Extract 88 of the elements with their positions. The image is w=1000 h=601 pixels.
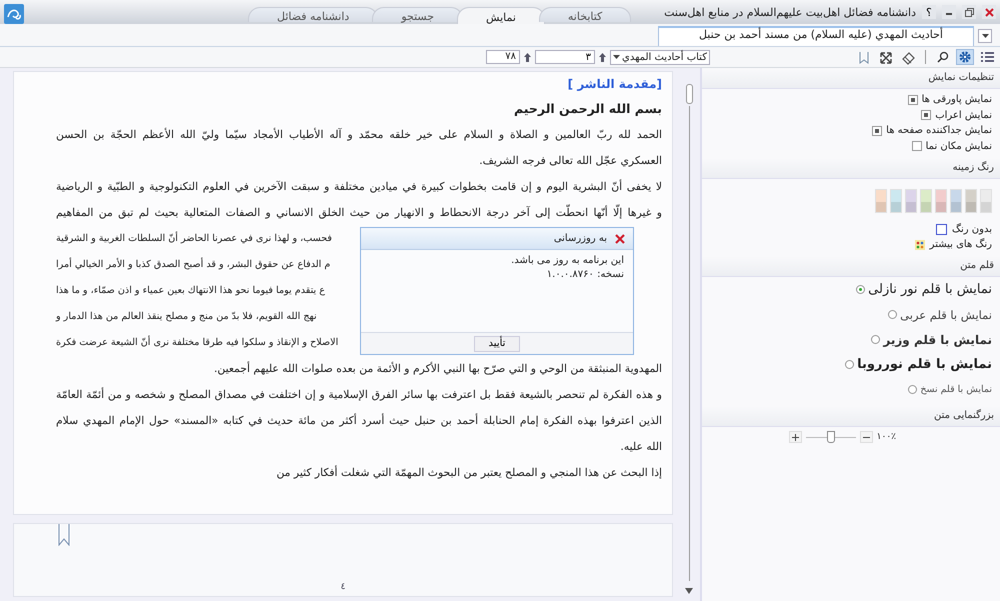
dialog-message: این برنامه به روز می باشد. (510, 254, 624, 268)
radio-label: نمایش با قلم نسخ (920, 384, 992, 395)
text-line: إذا البحث عن هذا المنجي و المصلح يعتبر من البحوث المهمّة التي شغلت أفكار كثير من (275, 464, 662, 481)
text-line: نهج الله القويم، فلا بدّ من منج و مصلح ينقذ العالم من هذا الدمار و (56, 311, 317, 322)
settings-button[interactable] (956, 49, 974, 65)
zoom-reading: ۱۰۰٪ (876, 432, 896, 442)
radio-label: نمایش با قلم وزیر (883, 332, 992, 346)
document-tab[interactable]: أحاديث المهدي (عليه السلام) من مسند أحمد بن حنبل (658, 26, 974, 46)
color-swatch[interactable] (950, 189, 962, 213)
page-number: ٤ (340, 582, 346, 592)
checkbox-label: نمایش اعراب (935, 110, 992, 121)
color-swatch[interactable] (980, 189, 992, 213)
dialog-title: به روزرسانی (554, 233, 607, 244)
scrollbar-thumb[interactable] (686, 84, 693, 104)
color-swatch[interactable] (935, 189, 947, 213)
settings-icon (957, 50, 973, 64)
radio-button[interactable] (871, 335, 880, 344)
text-line: الذين اعترفوا بهذه الفكرة إمام الحنابلة أحمد بن حنبل حيث أسرد أكثر من مائة حديث في كتابه «المسند» حول الإمام المهدي سلام (56, 412, 662, 429)
radio-label: نمایش با قلم نور نازلی (868, 282, 992, 297)
zoom-in-button[interactable] (788, 431, 802, 443)
color-swatch[interactable] (875, 189, 887, 213)
scrollbar-track[interactable] (689, 106, 690, 581)
text-line: و غيرها إلّا أنّها انحطّت إلى آخر درجة الانحطاط و الانهيار من حيث الخلق الانساني و الصفات المتعالية بحيث لم تبق من المفاهيم (56, 203, 662, 221)
checkbox[interactable] (912, 141, 922, 152)
window-title: دانشنامه فضائل اهل‌بیت علیهم‌السلام در منابع اهل‌سنت (664, 6, 916, 18)
main-tab[interactable]: نمایش (457, 7, 545, 24)
text-line: الحمد لله ربّ العالمين و الصلاة و السلام على خير خلقه محمّد و آله الأطياب الأمجاد سيّما وليّ الله الأعظم الحجّة بن الحسن (56, 126, 662, 143)
text-line: م الدفاع عن حقوق البشر، و قد أصبح الصدق كذبا و الأمر الخيالي أمرا (56, 259, 330, 270)
text-line: ع يتقدم يوما فيوما نحو هذا الانتهاك بعين عمياء و اذن صمّاء، و ما هذا (56, 285, 325, 296)
list-icon (979, 50, 995, 64)
arrow-up-icon[interactable] (599, 52, 606, 62)
page-number-field[interactable]: ٣ (535, 50, 595, 64)
no-color-box[interactable] (936, 224, 948, 235)
option-label[interactable]: رنگ های بیشتر (930, 239, 992, 250)
search-icon (935, 50, 951, 64)
text-line: الله عليه. (619, 439, 662, 455)
radio-label: نمایش با قلم عربی (900, 308, 992, 322)
close-button[interactable] (613, 232, 627, 246)
zoom-out-button[interactable] (860, 431, 873, 443)
caret-icon (613, 55, 620, 59)
close-button[interactable] (982, 5, 996, 19)
restore-icon (964, 8, 974, 16)
checkbox-label: نمایش مکان نما (926, 140, 992, 152)
radio-button[interactable] (888, 310, 898, 319)
section-header: بزرگنمایی متن (702, 406, 1000, 427)
checkbox[interactable] (908, 94, 918, 105)
bookmark-icon (58, 524, 70, 546)
option-label[interactable]: بدون رنگ (952, 224, 992, 235)
text-line: العسكري عجّل الله تعالى فرجه الشريف. (478, 153, 662, 169)
arrow-down-icon (684, 587, 694, 595)
close-icon (984, 8, 994, 16)
minimize-button[interactable] (942, 5, 956, 19)
radio-button[interactable] (845, 360, 854, 369)
page-count: ٧٨ (486, 50, 520, 64)
radio-label: نمایش با قلم نورروبا (857, 357, 992, 372)
checkbox[interactable] (921, 110, 932, 120)
color-swatch[interactable] (965, 189, 977, 213)
zoom-slider[interactable] (806, 431, 856, 443)
help-button[interactable]: ؟ (922, 5, 936, 19)
main-tab[interactable]: کتابخانه (538, 7, 632, 22)
color-swatch[interactable] (905, 189, 917, 213)
text-line: لا يخفى أنّ البشرية اليوم و إن قامت بخطوات كبيرة في ميادين مختلفة و سبقت الآخرين في العلوم التكنولوجية و الطبّية و الرياضية (56, 178, 662, 195)
section-header: رنگ زمینه (702, 158, 1000, 179)
basmala-text: بسم الله الرحمن الرحيم (513, 100, 662, 118)
expand-icon (878, 50, 894, 64)
eraser-icon (900, 50, 916, 64)
radio-button[interactable] (856, 285, 866, 294)
checkbox-label: نمایش جداکننده صفحه ها (886, 125, 992, 136)
checkbox-label: نمایش پاورقی ها (922, 94, 992, 106)
text-line: فحسب، و لهذا نرى في عصرنا الحاضر أنّ السلطات الغربية و الشرقية (56, 233, 332, 244)
ok-button[interactable]: تأیید (474, 336, 520, 352)
text-line: الاصلاح و الإنقاذ و سلكوا فيه طرقا مختلفة نرى أنّ الشيعة عرضت فكرة (56, 337, 338, 348)
restore-button[interactable] (962, 5, 976, 19)
version-text: نسخه: ۱.۰.۰.۸۷۶۰ (546, 268, 624, 282)
arrow-up-icon[interactable] (524, 52, 531, 62)
close-icon (615, 234, 625, 244)
palette-icon[interactable] (914, 240, 925, 250)
radio-button[interactable] (908, 385, 918, 394)
text-line: المهدوية المنبثقة من الوحي و التي صرّح بها النبي الأكرم و الأئمة من بعده صلوات الله عليهم أجمعين. (212, 360, 662, 377)
color-swatch[interactable] (890, 189, 902, 213)
section-heading: [مقدمة الناشر ] (566, 76, 662, 93)
text-line: و هذه الفكرة لم تنحصر بالشيعة فقط بل اعترفت بها سائر الفرق الإسلامية و إن اختلفت في مصداق المصلح و شخصه و من أئمّة العامّة (56, 386, 662, 403)
plus-icon (792, 434, 799, 440)
caret-icon (982, 34, 988, 38)
tab-list-button[interactable] (978, 29, 992, 43)
color-swatch[interactable] (920, 189, 932, 213)
checkbox[interactable] (872, 126, 882, 136)
book-select[interactable]: كتاب أحاديث المهدي (610, 50, 710, 64)
